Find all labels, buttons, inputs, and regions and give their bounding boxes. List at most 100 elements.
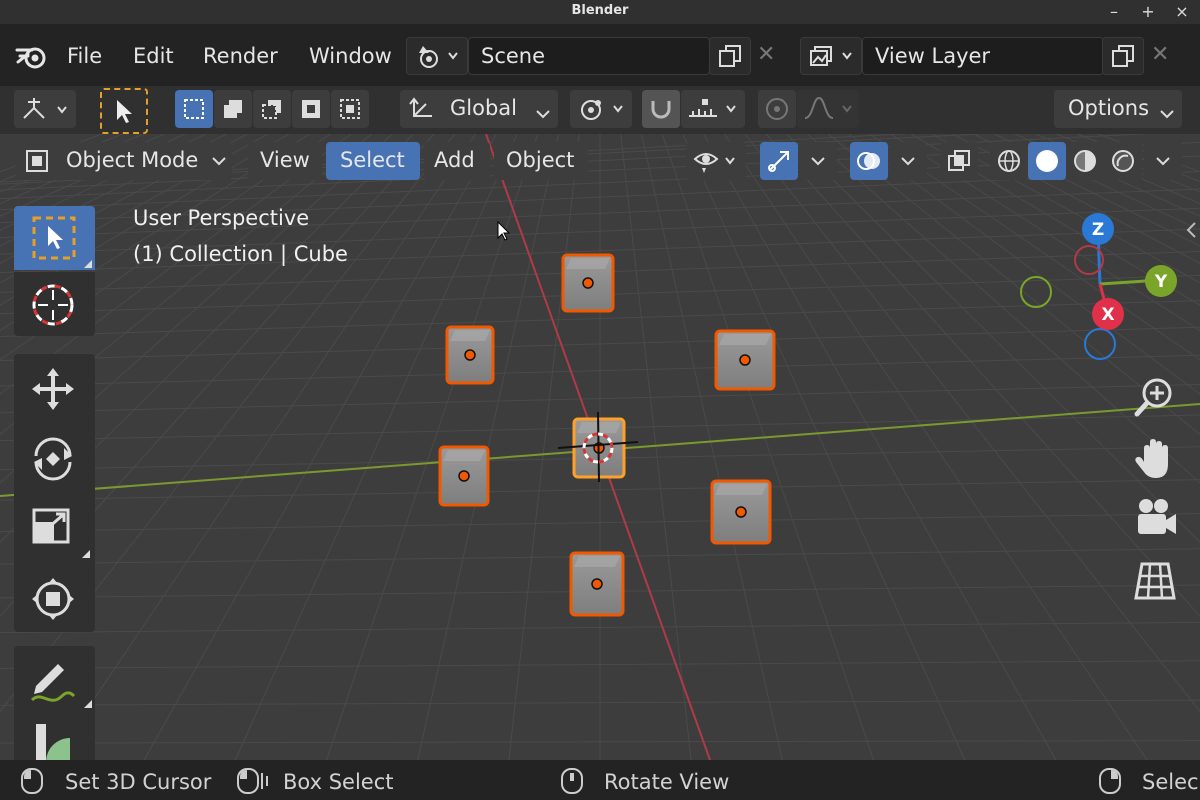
- pivot-point-dropdown[interactable]: [570, 90, 632, 128]
- snap-toggle-button[interactable]: [642, 90, 680, 128]
- duplicate-icon: [1111, 44, 1137, 72]
- view-menu[interactable]: View: [248, 142, 322, 180]
- delete-scene-x-icon[interactable]: ✕: [757, 42, 775, 67]
- blender-logo-icon[interactable]: [14, 40, 50, 72]
- new-view-layer-button[interactable]: [1102, 37, 1144, 75]
- select-intersect-icon: [339, 98, 361, 124]
- gizmo-x-label: X: [1101, 305, 1114, 325]
- shading-wireframe-button[interactable]: [990, 142, 1028, 180]
- annotate-tools-group: [14, 646, 95, 760]
- shading-dropdown[interactable]: [1144, 142, 1182, 180]
- transform-orientation-label: Global: [450, 96, 517, 120]
- 3d-cursor[interactable]: [557, 411, 639, 483]
- shading-solid-button[interactable]: [1028, 142, 1066, 180]
- proportional-icon: [765, 97, 789, 125]
- selected-cube[interactable]: [445, 325, 495, 385]
- magnet-icon: [649, 97, 673, 125]
- status-rotate-view: Rotate View: [604, 770, 730, 794]
- selected-cube[interactable]: [561, 253, 615, 313]
- object-menu[interactable]: Object: [494, 142, 588, 180]
- add-menu-label: Add: [434, 148, 475, 172]
- falloff-curve-icon: [803, 96, 857, 126]
- window-title: Blender: [571, 3, 629, 18]
- scene-name-label: Scene: [481, 44, 546, 68]
- status-bar: Set 3D Cursor Box Select Rotate View Sel…: [0, 760, 1200, 800]
- 3d-viewport-icon: [20, 96, 72, 128]
- window-titlebar: Blender – + ×: [0, 0, 1200, 24]
- tool-select-box[interactable]: [14, 206, 95, 270]
- visibility-dropdown[interactable]: [686, 142, 746, 180]
- select-invert-icon: [300, 98, 322, 124]
- maximize-button[interactable]: +: [1138, 2, 1158, 21]
- mouse-drag-icon: [236, 767, 270, 799]
- select-mode-invert-button[interactable]: [292, 90, 330, 128]
- minimize-button[interactable]: –: [1104, 2, 1124, 21]
- selected-cube[interactable]: [714, 329, 776, 391]
- mode-label: Object Mode: [66, 148, 199, 172]
- xray-toggle-button[interactable]: [940, 142, 978, 180]
- select-mode-subtract-button[interactable]: [253, 90, 291, 128]
- status-box-select: Box Select: [283, 770, 394, 794]
- gizmo-toggle-button[interactable]: [760, 142, 798, 180]
- overlays-toggle-button[interactable]: [850, 142, 888, 180]
- mode-dropdown[interactable]: Object Mode: [16, 142, 232, 180]
- new-scene-button[interactable]: [709, 37, 751, 75]
- mouse-left-icon: [20, 767, 44, 799]
- menu-render[interactable]: Render: [203, 44, 278, 68]
- selected-cube[interactable]: [710, 479, 772, 545]
- selected-cube[interactable]: [438, 445, 490, 507]
- overlays-dropdown[interactable]: [889, 142, 927, 180]
- mouse-right-icon: [1098, 767, 1122, 799]
- cursor-arrow-icon: [112, 98, 136, 128]
- tool-cursor[interactable]: [14, 272, 95, 336]
- 3d-viewport[interactable]: Z Y X Object Mode View Select Add Object: [0, 134, 1200, 760]
- orientation-axes-icon: [408, 96, 436, 126]
- viewport-collection-label: (1) Collection | Cube: [133, 242, 348, 266]
- view-layer-name-label: View Layer: [875, 44, 991, 68]
- scene-name-field[interactable]: Scene: [468, 37, 710, 75]
- menu-edit[interactable]: Edit: [133, 44, 174, 68]
- status-set-cursor: Set 3D Cursor: [65, 770, 212, 794]
- menu-file[interactable]: File: [67, 44, 102, 68]
- view-layer-icon: [809, 43, 853, 73]
- scene-icon: [415, 43, 459, 73]
- object-menu-label: Object: [506, 148, 575, 172]
- options-dropdown[interactable]: Options: [1054, 90, 1182, 128]
- select-subtract-icon: [261, 98, 283, 124]
- mouse-middle-icon: [560, 767, 584, 799]
- selected-cube[interactable]: [569, 551, 625, 617]
- editor-type-button[interactable]: [14, 90, 76, 128]
- view-menu-label: View: [260, 148, 310, 172]
- gizmo-y-label: Y: [1154, 272, 1168, 292]
- chevron-down-icon: [536, 104, 550, 123]
- select-new-icon: [183, 98, 205, 124]
- snap-increment-icon: [687, 96, 741, 126]
- select-mode-new-button[interactable]: [175, 90, 213, 128]
- select-extend-icon: [222, 98, 244, 124]
- proportional-editing-toggle[interactable]: [758, 90, 796, 128]
- active-tool-select-box[interactable]: [100, 88, 148, 134]
- menu-window[interactable]: Window: [309, 44, 391, 68]
- snap-target-dropdown[interactable]: [681, 90, 745, 128]
- status-select-menu: Selec: [1142, 770, 1199, 794]
- gizmo-dropdown[interactable]: [799, 142, 837, 180]
- select-menu[interactable]: Select: [326, 142, 420, 180]
- view-layer-browse-button[interactable]: [800, 37, 862, 75]
- transform-tools-group: [14, 354, 95, 632]
- gizmo-neg-z[interactable]: [1084, 328, 1116, 360]
- transform-orientation-dropdown[interactable]: Global: [400, 90, 558, 128]
- duplicate-icon: [718, 44, 744, 72]
- shading-rendered-button[interactable]: [1104, 142, 1142, 180]
- viewport-perspective-label: User Perspective: [133, 206, 310, 230]
- close-window-button[interactable]: ×: [1172, 2, 1192, 21]
- shading-material-button[interactable]: [1066, 142, 1104, 180]
- view-layer-name-field[interactable]: View Layer: [862, 37, 1104, 75]
- select-mode-extend-button[interactable]: [214, 90, 252, 128]
- select-mode-intersect-button[interactable]: [331, 90, 369, 128]
- delete-view-layer-x-icon[interactable]: ✕: [1151, 42, 1169, 67]
- scene-browse-button[interactable]: [406, 37, 468, 75]
- gizmo-z-label: Z: [1092, 220, 1104, 240]
- chevron-down-icon: [1160, 104, 1174, 123]
- proportional-falloff-dropdown[interactable]: [797, 90, 859, 128]
- add-menu[interactable]: Add: [424, 142, 490, 180]
